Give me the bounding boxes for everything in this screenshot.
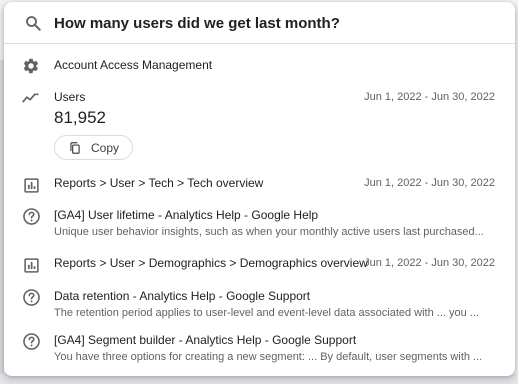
trending-icon bbox=[21, 88, 41, 108]
search-results-panel: Account Access Management Users Jun 1, 2… bbox=[4, 2, 515, 376]
search-bar bbox=[4, 2, 515, 44]
search-input[interactable] bbox=[54, 12, 494, 34]
help-icon bbox=[21, 331, 41, 351]
report-icon bbox=[21, 175, 41, 195]
result-description: Unique user behavior insights, such as w… bbox=[54, 226, 484, 238]
result-title: Reports > User > Demographics > Demograp… bbox=[54, 256, 368, 270]
result-description: You have three options for creating a ne… bbox=[54, 351, 483, 363]
help-icon bbox=[21, 287, 41, 307]
date-range: Jun 1, 2022 - Jun 30, 2022 bbox=[364, 91, 495, 103]
result-title: [GA4] User lifetime - Analytics Help - G… bbox=[54, 208, 319, 222]
result-user-lifetime-help[interactable]: [GA4] User lifetime - Analytics Help - G… bbox=[4, 202, 515, 244]
result-data-retention-help[interactable]: Data retention - Analytics Help - Google… bbox=[4, 283, 515, 325]
help-icon bbox=[21, 206, 41, 226]
gear-icon bbox=[21, 56, 41, 76]
result-title: Data retention - Analytics Help - Google… bbox=[54, 289, 311, 303]
date-range: Jun 1, 2022 - Jun 30, 2022 bbox=[364, 257, 495, 269]
result-account-access[interactable]: Account Access Management bbox=[4, 52, 515, 80]
search-icon bbox=[26, 16, 41, 31]
result-description: The retention period applies to user-lev… bbox=[54, 307, 479, 319]
metric-label: Users bbox=[54, 90, 86, 104]
result-title: Account Access Management bbox=[54, 58, 213, 72]
result-tech-overview[interactable]: Reports > User > Tech > Tech overview Ju… bbox=[4, 170, 515, 198]
metric-value: 81,952 bbox=[54, 108, 106, 127]
date-range: Jun 1, 2022 - Jun 30, 2022 bbox=[364, 177, 495, 189]
result-title: Reports > User > Tech > Tech overview bbox=[54, 176, 264, 190]
copy-button[interactable]: Copy bbox=[54, 135, 133, 160]
result-segment-builder-help[interactable]: [GA4] Segment builder - Analytics Help -… bbox=[4, 327, 515, 369]
result-demographics-overview[interactable]: Reports > User > Demographics > Demograp… bbox=[4, 250, 515, 278]
copy-button-label: Copy bbox=[91, 140, 120, 155]
copy-icon bbox=[70, 141, 80, 154]
result-title: [GA4] Segment builder - Analytics Help -… bbox=[54, 333, 357, 347]
report-icon bbox=[21, 255, 41, 275]
